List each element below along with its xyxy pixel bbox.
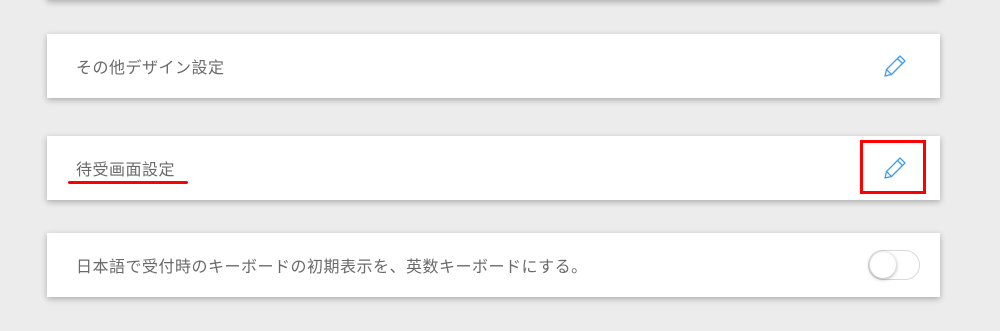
other-design-edit-button[interactable]: [878, 49, 912, 83]
other-design-settings-label: その他デザイン設定: [76, 58, 225, 77]
toggle-knob: [870, 252, 896, 278]
other-design-settings-row[interactable]: その他デザイン設定: [47, 34, 940, 98]
standby-screen-settings-label: 待受画面設定: [76, 160, 176, 179]
pencil-icon: [884, 55, 906, 77]
label-underline-annotation: [68, 181, 188, 184]
keyboard-default-toggle[interactable]: [868, 250, 920, 280]
standby-screen-settings-row[interactable]: 待受画面設定: [47, 136, 940, 200]
keyboard-default-setting-label: 日本語で受付時のキーボードの初期表示を、英数キーボードにする。: [76, 257, 588, 276]
keyboard-default-setting-row: 日本語で受付時のキーボードの初期表示を、英数キーボードにする。: [47, 233, 940, 297]
edit-button-highlight-annotation: [860, 140, 926, 194]
